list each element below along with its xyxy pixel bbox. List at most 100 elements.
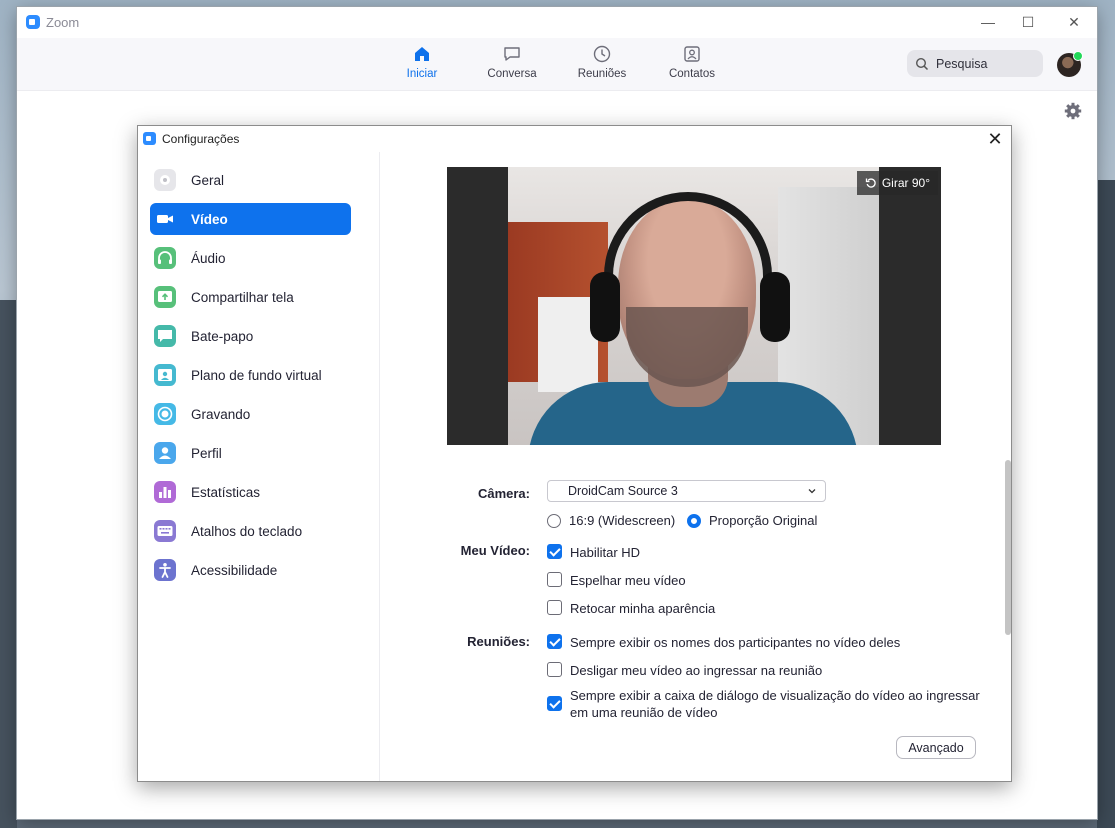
settings-dialog: Configurações ✕ Geral Vídeo Áudio Compar…: [137, 125, 1012, 782]
video-icon: [154, 208, 176, 230]
rotate-icon: [865, 178, 876, 188]
radio-label: Proporção Original: [709, 513, 818, 528]
sidebar-item-geral[interactable]: Geral: [150, 164, 351, 196]
sidebar-item-atalhos[interactable]: Atalhos do teclado: [150, 515, 351, 547]
close-button[interactable]: ✕: [1058, 11, 1090, 33]
record-icon: [154, 403, 176, 425]
turn-off-video-on-join-checkbox[interactable]: Desligar meu vídeo ao ingressar na reuni…: [547, 662, 822, 679]
checkbox-checked: [547, 696, 562, 711]
stats-icon: [154, 481, 176, 503]
radio-button: [547, 513, 561, 528]
checkbox-label: Retocar minha aparência: [570, 601, 716, 616]
background-building: [0, 300, 17, 828]
online-status-badge: [1073, 51, 1083, 61]
radio-label: 16:9 (Widescreen): [569, 513, 676, 528]
show-participant-names-checkbox[interactable]: Sempre exibir os nomes dos participantes…: [547, 634, 900, 651]
sidebar-item-video[interactable]: Vídeo: [150, 203, 351, 235]
sidebar-item-label: Acessibilidade: [191, 562, 278, 578]
headphones-image-region: [604, 192, 772, 312]
minimize-button[interactable]: —: [972, 11, 1004, 33]
checkbox-checked: [547, 544, 562, 559]
zoom-logo-icon: [26, 15, 40, 29]
background-icon: [154, 364, 176, 386]
profile-icon: [154, 442, 176, 464]
search-placeholder: Pesquisa: [936, 56, 988, 71]
camera-feed-image: [508, 167, 879, 445]
sidebar-item-bate-papo[interactable]: Bate-papo: [150, 320, 351, 352]
person-beard-image-region: [626, 307, 748, 387]
mirror-video-checkbox[interactable]: Espelhar meu vídeo: [547, 572, 686, 589]
sidebar-item-label: Perfil: [191, 445, 222, 461]
checkbox-unchecked: [547, 662, 562, 677]
search-icon: [915, 57, 929, 70]
sidebar-item-acessibilidade[interactable]: Acessibilidade: [150, 554, 351, 586]
top-navigation: Iniciar Conversa Reuniões Contatos Pesqu…: [17, 38, 1097, 91]
checkbox-checked: [547, 634, 562, 649]
clock-icon: [593, 45, 611, 63]
sidebar-item-label: Áudio: [191, 250, 226, 266]
settings-title-bar: Configurações ✕: [138, 126, 1011, 152]
nav-tab-contatos[interactable]: Contatos: [652, 44, 732, 80]
background-building: [1097, 180, 1115, 828]
headphone-earcup-right: [760, 272, 790, 342]
sidebar-item-gravando[interactable]: Gravando: [150, 398, 351, 430]
nav-label: Conversa: [487, 68, 537, 80]
title-bar: Zoom — ☐ ✕: [17, 7, 1097, 38]
search-input[interactable]: Pesquisa: [907, 50, 1043, 77]
sidebar-item-estatisticas[interactable]: Estatísticas: [150, 476, 351, 508]
sidebar-item-label: Vídeo: [191, 211, 228, 227]
nav-tab-reunioes[interactable]: Reuniões: [562, 44, 642, 80]
contacts-icon: [684, 46, 700, 62]
checkbox-label: Sempre exibir a caixa de diálogo de visu…: [570, 688, 980, 720]
ratio-widescreen-radio[interactable]: 16:9 (Widescreen): [547, 513, 675, 528]
zoom-logo-icon: [143, 132, 156, 145]
sidebar-item-label: Estatísticas: [191, 484, 261, 500]
settings-sidebar: Geral Vídeo Áudio Compartilhar tela Bate…: [138, 152, 380, 781]
sidebar-item-plano-de-fundo[interactable]: Plano de fundo virtual: [150, 359, 351, 391]
chat-bubble-icon: [154, 325, 176, 347]
headphones-icon: [154, 247, 176, 269]
touch-up-appearance-checkbox[interactable]: Retocar minha aparência: [547, 600, 715, 617]
sidebar-item-label: Geral: [191, 172, 225, 188]
nav-label: Reuniões: [577, 68, 627, 80]
maximize-button[interactable]: ☐: [1012, 11, 1044, 33]
nav-label: Contatos: [668, 68, 716, 80]
nav-tab-conversa[interactable]: Conversa: [472, 44, 552, 80]
home-icon: [415, 47, 429, 61]
chat-icon: [504, 47, 520, 61]
checkbox-label: Espelhar meu vídeo: [570, 573, 686, 588]
accessibility-icon: [154, 559, 176, 581]
camera-select[interactable]: DroidCam Source 3: [547, 480, 826, 502]
headphone-earcup-left: [590, 272, 620, 342]
nav-tab-iniciar[interactable]: Iniciar: [382, 44, 462, 80]
camera-label: Câmera:: [477, 486, 530, 501]
checkbox-label: Desligar meu vídeo ao ingressar na reuni…: [570, 663, 823, 678]
advanced-button[interactable]: Avançado: [896, 736, 976, 759]
radio-button-selected: [687, 513, 701, 528]
settings-close-button[interactable]: ✕: [985, 129, 1005, 149]
box-image-region: [538, 297, 598, 392]
sidebar-item-label: Bate-papo: [191, 328, 254, 344]
enable-hd-checkbox[interactable]: Habilitar HD: [547, 544, 640, 561]
ratio-original-radio[interactable]: Proporção Original: [687, 513, 817, 528]
sidebar-item-label: Plano de fundo virtual: [191, 367, 322, 383]
show-video-preview-dialog-checkbox[interactable]: Sempre exibir a caixa de diálogo de visu…: [547, 687, 997, 721]
avatar[interactable]: [1057, 51, 1083, 77]
app-title: Zoom: [46, 15, 80, 30]
checkbox-label: Sempre exibir os nomes dos participantes…: [570, 635, 901, 650]
settings-gear-icon[interactable]: [1064, 102, 1082, 120]
share-screen-icon: [154, 286, 176, 308]
sidebar-item-label: Gravando: [191, 406, 251, 422]
checkbox-unchecked: [547, 600, 562, 615]
checkbox-unchecked: [547, 572, 562, 587]
checkbox-label: Habilitar HD: [570, 545, 641, 560]
keyboard-icon: [154, 520, 176, 542]
sidebar-item-label: Atalhos do teclado: [191, 523, 303, 539]
sidebar-item-audio[interactable]: Áudio: [150, 242, 351, 274]
sidebar-item-perfil[interactable]: Perfil: [150, 437, 351, 469]
gear-icon: [154, 169, 176, 191]
video-preview: Girar 90°: [447, 167, 941, 445]
scrollbar-thumb[interactable]: [1005, 460, 1011, 635]
rotate-90-button[interactable]: Girar 90°: [856, 171, 938, 195]
sidebar-item-compartilhar-tela[interactable]: Compartilhar tela: [150, 281, 351, 313]
